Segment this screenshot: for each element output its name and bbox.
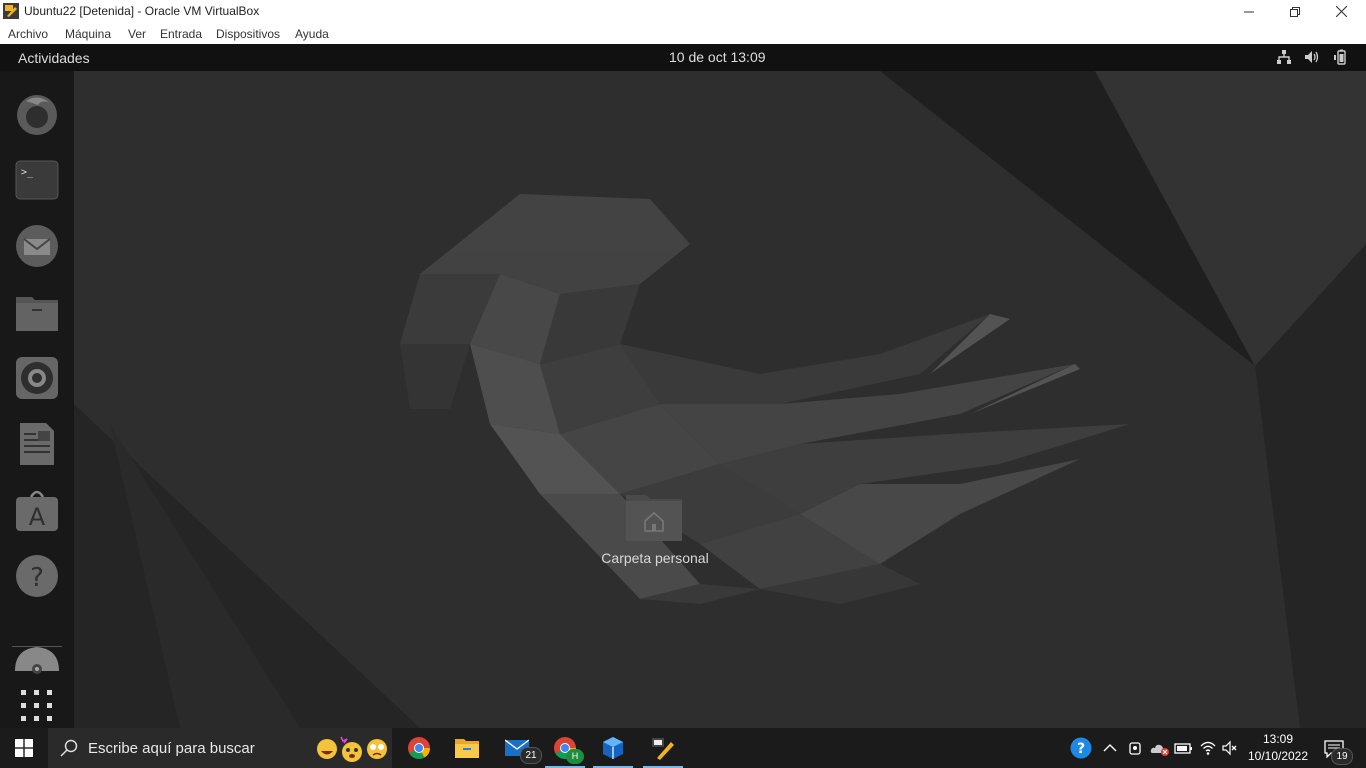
menu-maquina[interactable]: Máquina [65, 27, 111, 41]
battery-icon[interactable] [1333, 49, 1349, 65]
notification-count: 19 [1331, 748, 1353, 765]
activities-button[interactable]: Actividades [18, 50, 90, 66]
network-icon[interactable] [1276, 49, 1292, 65]
volume-muted-icon[interactable] [1222, 740, 1238, 756]
svg-text:?: ? [1077, 741, 1085, 757]
help-tray-icon[interactable]: ? [1070, 737, 1092, 759]
thunderbird-icon[interactable] [14, 223, 60, 269]
rhythmbox-icon[interactable] [14, 355, 60, 401]
home-folder-icon [626, 495, 682, 541]
mail-badge: 21 [520, 747, 542, 764]
menu-ver[interactable]: Ver [128, 27, 146, 41]
search-emoji-icon [317, 736, 387, 762]
window-title: Ubuntu22 [Detenida] - Oracle VM VirtualB… [24, 4, 260, 18]
menu-dispositivos[interactable]: Dispositivos [216, 27, 280, 41]
wifi-icon[interactable] [1200, 740, 1216, 756]
restore-icon [1290, 6, 1300, 17]
close-icon [1335, 6, 1347, 17]
chrome-profile-badge: H [566, 749, 584, 764]
dvd-drive-icon[interactable] [14, 637, 60, 683]
taskbar-file-explorer[interactable] [444, 728, 490, 768]
volume-icon[interactable] [1304, 49, 1320, 65]
ubuntu-dock: >_ A ? [0, 71, 74, 728]
notifications-button[interactable]: 19 [1318, 728, 1366, 768]
menu-ayuda[interactable]: Ayuda [295, 27, 329, 41]
file-explorer-icon [455, 739, 479, 758]
close-button[interactable] [1318, 0, 1364, 23]
search-placeholder: Escribe aquí para buscar [88, 740, 255, 757]
virtualbox-titlebar: Ubuntu22 [Detenida] - Oracle VM VirtualB… [0, 0, 1366, 23]
virtualbox-icon [603, 737, 623, 759]
jellyfish-wallpaper [0, 44, 1366, 728]
files-icon[interactable] [14, 289, 60, 335]
windows-taskbar: Escribe aquí para buscar 21 H ? 13:09 10… [0, 728, 1366, 768]
svg-text:?: ? [30, 563, 44, 593]
firefox-icon[interactable] [14, 91, 60, 137]
taskbar-virtualbox-vm[interactable] [640, 728, 686, 768]
home-folder-label: Carpeta personal [601, 550, 709, 566]
taskbar-date[interactable]: 10/10/2022 [1246, 749, 1310, 763]
windows-logo-icon [15, 739, 33, 757]
taskbar-time[interactable]: 13:09 [1252, 732, 1304, 746]
menu-archivo[interactable]: Archivo [8, 27, 48, 41]
minimize-icon [1244, 11, 1254, 12]
onedrive-icon[interactable] [1150, 740, 1170, 756]
chevron-up-icon[interactable] [1102, 740, 1118, 756]
help-icon[interactable]: ? [14, 553, 60, 599]
software-center-icon[interactable]: A [14, 487, 60, 533]
libreoffice-writer-icon[interactable] [14, 421, 60, 467]
taskbar-search[interactable]: Escribe aquí para buscar [48, 728, 392, 768]
svg-text:>_: >_ [21, 167, 34, 178]
virtualbox-menubar: Archivo Máquina Ver Entrada Dispositivos… [0, 23, 1366, 44]
taskbar-virtualbox[interactable] [590, 728, 636, 768]
taskbar-mail[interactable]: 21 [494, 728, 542, 768]
guest-display[interactable]: Actividades 10 de oct 13:09 >_ A ? Carpe… [0, 44, 1366, 728]
taskbar-chrome-profile[interactable]: H [542, 728, 588, 768]
camera-privacy-icon[interactable] [1127, 740, 1143, 756]
start-button[interactable] [0, 728, 48, 768]
terminal-icon[interactable]: >_ [14, 157, 60, 203]
virtualbox-vm-icon [652, 738, 674, 760]
chrome-icon [408, 737, 430, 759]
minimize-button[interactable] [1226, 0, 1272, 23]
virtualbox-app-icon [3, 3, 19, 19]
topbar-clock[interactable]: 10 de oct 13:09 [669, 49, 766, 65]
ubuntu-topbar: Actividades 10 de oct 13:09 [0, 44, 1366, 71]
restore-button[interactable] [1272, 0, 1318, 23]
menu-entrada[interactable]: Entrada [160, 27, 202, 41]
battery-charging-icon[interactable] [1174, 740, 1194, 756]
search-icon [60, 739, 78, 757]
svg-text:A: A [29, 503, 46, 531]
show-apps-icon[interactable] [14, 683, 60, 728]
taskbar-chrome[interactable] [396, 728, 442, 768]
